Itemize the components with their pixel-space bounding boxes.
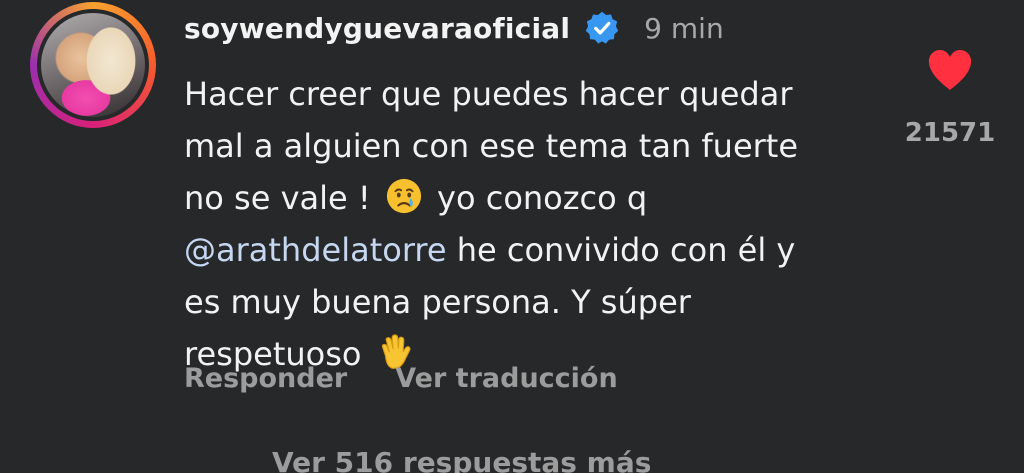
username[interactable]: soywendyguevaraoficial [184,12,570,45]
comment-line-2: mal a alguien con ese tema tan fuerte [184,127,799,165]
comment-line-4: @arathdelatorre he convivido con él y [184,224,874,276]
view-more-replies-button[interactable]: Ver 516 respuestas más [272,446,651,473]
comment-line-5: es muy buena persona. Y súper [184,283,691,321]
reply-button[interactable]: Responder [184,363,347,394]
mention-link[interactable]: @arathdelatorre [184,231,447,269]
comment-actions: Responder Ver traducción [184,363,618,394]
comment-line-1: Hacer creer que puedes hacer quedar [184,75,793,113]
comment-header: soywendyguevaraoficial 9 min [184,8,724,48]
comment-item: soywendyguevaraoficial 9 min Hacer creer… [0,0,1024,473]
like-area: 21571 [900,48,1000,148]
comment-line-3a: no se vale ! [184,179,371,217]
like-count: 21571 [904,118,996,148]
heart-icon[interactable] [926,48,974,92]
comment-text: Hacer creer que puedes hacer quedar mal … [184,68,874,380]
translate-button[interactable]: Ver traducción [395,363,617,394]
timestamp: 9 min [644,11,724,45]
story-ring[interactable] [30,2,156,128]
verified-badge-icon [585,11,619,44]
comment-line-4b: he convivido con él y [456,231,796,269]
comment-line-3b: yo conozco q [437,179,648,217]
avatar[interactable] [37,9,149,121]
comment-line-3: no se vale ! yo conozco q [184,172,874,224]
crying-face-emoji-icon [386,178,421,214]
